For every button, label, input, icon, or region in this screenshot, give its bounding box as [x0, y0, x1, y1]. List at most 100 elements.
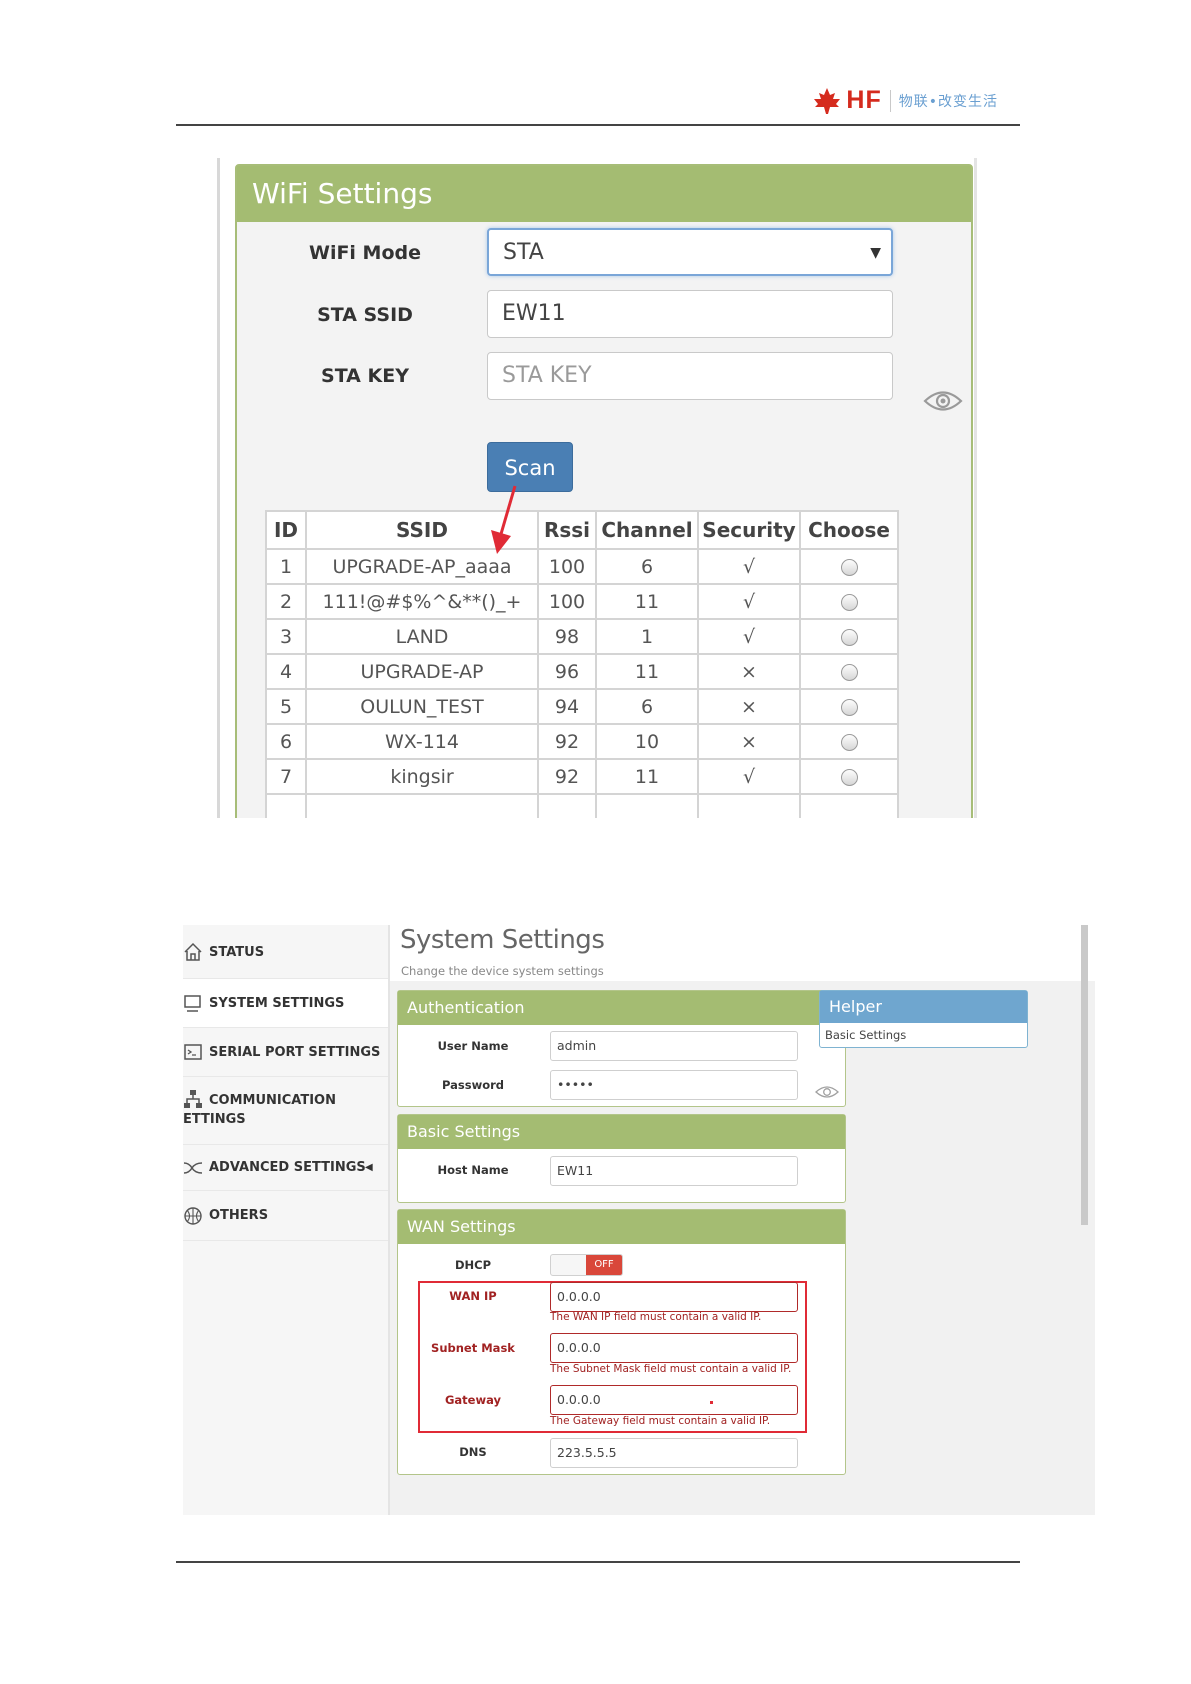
row-rssi: 96 — [537, 653, 597, 690]
table-row[interactable]: 7 kingsir 92 11 √ — [265, 758, 899, 795]
row-choose — [799, 583, 899, 620]
subnet-mask-input[interactable]: 0.0.0.0 — [550, 1333, 798, 1363]
row-ssid: 111!@#$%^&**()_+ — [305, 583, 539, 620]
sidebar-item-label: COMMUNICATION — [209, 1093, 336, 1108]
box-title: Basic Settings — [398, 1115, 845, 1149]
choose-radio[interactable] — [840, 663, 858, 681]
sidebar-item-communication-settings[interactable]: COMMUNICATION ETTINGS — [183, 1077, 388, 1145]
row-channel: 11 — [595, 758, 699, 795]
table-row[interactable]: 1 UPGRADE-AP_aaaa 100 6 √ — [265, 548, 899, 585]
table-row[interactable]: 3 LAND 98 1 √ — [265, 618, 899, 655]
row-choose — [799, 653, 899, 690]
row-security: √ — [697, 758, 801, 795]
row-choose — [799, 723, 899, 760]
column-header: Rssi — [537, 510, 597, 550]
wan-ip-label: WAN IP — [449, 1289, 497, 1303]
row-channel: 1 — [595, 618, 699, 655]
wan-ip-error: The WAN IP field must contain a valid IP… — [550, 1311, 762, 1323]
table-row[interactable]: 2 111!@#$%^&**()_+ 100 11 √ — [265, 583, 899, 620]
caret-left-icon: ◀ — [365, 1162, 373, 1173]
sta-ssid-label: STA SSID — [317, 304, 413, 326]
helper-link[interactable]: Basic Settings — [820, 1023, 1027, 1047]
wifi-mode-select[interactable]: STA ▼ — [487, 228, 893, 276]
column-header: Channel — [595, 510, 699, 550]
table-row[interactable]: 4 UPGRADE-AP 96 11 × — [265, 653, 899, 690]
wifi-settings-panel: WiFi Settings WiFi Mode STA ▼ STA SSID E… — [235, 164, 973, 818]
eye-icon[interactable] — [923, 388, 963, 414]
terminal-icon — [184, 1044, 202, 1060]
sidebar-item-advanced-settings[interactable]: ADVANCED SETTINGS ◀ — [183, 1145, 388, 1191]
row-channel: 11 — [595, 653, 699, 690]
choose-radio[interactable] — [840, 768, 858, 786]
logo-text: HF — [846, 86, 882, 114]
stray-red-mark — [710, 1401, 713, 1404]
column-header: Choose — [799, 510, 899, 550]
sidebar: STATUS SYSTEM SETTINGS SERIAL PORT SETTI… — [183, 925, 390, 1515]
subnet-mask-label: Subnet Mask — [431, 1341, 515, 1355]
password-input[interactable]: ••••• — [550, 1070, 798, 1100]
choose-radio[interactable] — [840, 628, 858, 646]
scan-results-table: ID SSID Rssi Channel Security Choose 1 U… — [265, 510, 899, 818]
maple-leaf-icon — [814, 87, 841, 114]
wan-settings-box: WAN Settings DHCP OFF WAN IP 0.0.0.0 The… — [397, 1209, 846, 1475]
window-border-right — [974, 158, 977, 818]
sidebar-item-system-settings[interactable]: SYSTEM SETTINGS — [183, 979, 388, 1028]
sta-key-label: STA KEY — [321, 365, 409, 387]
home-icon — [184, 942, 202, 961]
row-security: × — [697, 653, 801, 690]
row-rssi: 100 — [537, 583, 597, 620]
table-row[interactable]: 5 OULUN_TEST 94 6 × — [265, 688, 899, 725]
row-rssi: 94 — [537, 688, 597, 725]
row-id: 2 — [265, 583, 307, 620]
row-id: 5 — [265, 688, 307, 725]
choose-radio[interactable] — [840, 733, 858, 751]
row-rssi: 92 — [537, 723, 597, 760]
row-security: × — [697, 723, 801, 760]
choose-radio[interactable] — [840, 698, 858, 716]
user-name-label: User Name — [437, 1039, 509, 1053]
table-row[interactable]: 6 WX-114 92 10 × — [265, 723, 899, 760]
sta-ssid-input[interactable]: EW11 — [487, 290, 893, 338]
shuffle-icon — [183, 1162, 203, 1174]
wifi-settings-screenshot: WiFi Settings WiFi Mode STA ▼ STA SSID E… — [217, 158, 977, 818]
column-header: Security — [697, 510, 801, 550]
sidebar-item-label: SYSTEM SETTINGS — [209, 996, 345, 1011]
gateway-input[interactable]: 0.0.0.0 — [550, 1385, 798, 1415]
dhcp-toggle[interactable]: OFF — [550, 1254, 623, 1276]
user-name-input[interactable]: admin — [550, 1031, 798, 1061]
document-header: HF 物联•改变生活 — [176, 82, 1020, 126]
row-security: √ — [697, 618, 801, 655]
choose-radio[interactable] — [840, 593, 858, 611]
window-border-left — [217, 158, 220, 818]
sidebar-item-label-continued: ETTINGS — [183, 1112, 246, 1127]
wifi-mode-value: STA — [503, 240, 544, 265]
dns-input[interactable]: 223.5.5.5 — [550, 1438, 798, 1468]
row-channel: 6 — [595, 548, 699, 585]
sidebar-item-status[interactable]: STATUS — [183, 925, 388, 979]
scrollbar[interactable] — [1081, 925, 1088, 1225]
row-security: √ — [697, 583, 801, 620]
sidebar-item-others[interactable]: OTHERS — [183, 1191, 388, 1241]
sidebar-item-serial-port-settings[interactable]: SERIAL PORT SETTINGS — [183, 1028, 388, 1077]
wan-ip-input[interactable]: 0.0.0.0 — [550, 1282, 798, 1312]
row-choose — [799, 618, 899, 655]
box-title: Authentication — [398, 991, 845, 1025]
host-name-input[interactable]: EW11 — [550, 1156, 798, 1186]
basic-settings-box: Basic Settings Host Name EW11 — [397, 1114, 846, 1203]
row-ssid: OULUN_TEST — [305, 688, 539, 725]
host-name-label: Host Name — [437, 1163, 509, 1177]
row-channel: 11 — [595, 583, 699, 620]
row-id: 7 — [265, 758, 307, 795]
sta-key-input[interactable]: STA KEY — [487, 352, 893, 400]
page-header: System Settings Change the device system… — [390, 925, 1095, 981]
choose-radio[interactable] — [840, 558, 858, 576]
helper-title: Helper — [820, 991, 1027, 1023]
gateway-error: The Gateway field must contain a valid I… — [550, 1415, 771, 1427]
page-subtitle: Change the device system settings — [401, 964, 604, 978]
row-channel: 6 — [595, 688, 699, 725]
panel-title: WiFi Settings — [237, 166, 971, 222]
row-id: 6 — [265, 723, 307, 760]
row-ssid: kingsir — [305, 758, 539, 795]
eye-icon[interactable] — [815, 1084, 839, 1100]
document-footer-rule — [176, 1561, 1020, 1563]
